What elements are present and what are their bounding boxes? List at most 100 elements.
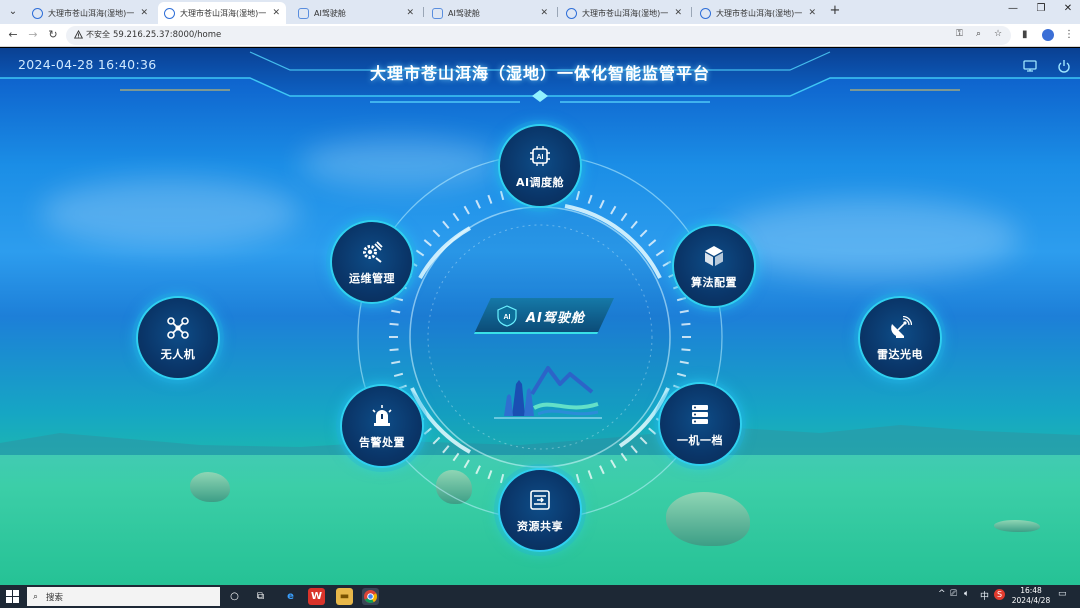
tab-close-icon[interactable]: ✕: [674, 8, 682, 18]
cortana-icon[interactable]: ○: [226, 588, 243, 605]
site-favicon-icon: [432, 7, 443, 19]
wps-office-icon[interactable]: W: [308, 588, 325, 605]
close-window-icon[interactable]: ✕: [1060, 3, 1076, 14]
ring-tick: [587, 470, 593, 480]
ai-shield-icon: AI: [497, 305, 517, 327]
ring-tick: [681, 322, 691, 326]
ring-tick: [423, 239, 432, 247]
taskbar-search-box[interactable]: ⌕ 搜索: [27, 587, 220, 606]
back-arrow-icon[interactable]: ←: [6, 28, 20, 42]
ring-tick: [452, 212, 460, 222]
ring-tick: [630, 220, 638, 229]
new-tab-button[interactable]: +: [828, 4, 842, 18]
tab-title: AI驾驶舱: [448, 8, 480, 18]
sogou-ime-icon[interactable]: S: [994, 589, 1005, 600]
ring-tick: [432, 436, 441, 445]
browser-menu-icon[interactable]: ⋮: [1064, 29, 1074, 40]
security-indicator[interactable]: 不安全: [74, 29, 110, 40]
taskbar-clock[interactable]: 16:48 2024/4/28: [1010, 586, 1052, 606]
task-view-icon[interactable]: ⧉: [252, 588, 269, 605]
password-key-icon[interactable]: ⚿: [956, 29, 963, 39]
browser-tab[interactable]: AI驾驶舱 ✕: [292, 2, 420, 24]
reload-icon[interactable]: ↻: [46, 28, 60, 42]
module-drone[interactable]: 无人机: [136, 296, 220, 380]
tab-close-icon[interactable]: ✕: [406, 8, 414, 18]
ring-tick: [630, 445, 638, 454]
browser-tab[interactable]: AI驾驶舱 ✕: [426, 2, 554, 24]
edge-browser-icon[interactable]: e: [282, 588, 299, 605]
side-panel-icon[interactable]: ▮: [1022, 29, 1028, 40]
ring-tick: [415, 249, 425, 257]
ring-tick: [423, 427, 432, 435]
zoom-icon[interactable]: ⌕: [976, 29, 981, 39]
forward-arrow-icon[interactable]: →: [26, 28, 40, 42]
module-radar[interactable]: 雷达光电: [858, 296, 942, 380]
volume-icon[interactable]: 🔈︎: [964, 589, 969, 599]
taskbar-date: 2024/4/28: [1011, 596, 1051, 605]
ring-tick: [648, 427, 657, 435]
ring-tick: [432, 229, 441, 238]
ring-tick: [639, 436, 648, 445]
network-icon[interactable]: ⎚: [950, 589, 957, 599]
ring-tick: [679, 309, 689, 314]
module-label: 雷达光电: [877, 348, 923, 361]
tab-close-icon[interactable]: ✕: [808, 8, 816, 18]
profile-avatar-icon[interactable]: [1042, 29, 1054, 41]
gear-wrench-icon: [363, 241, 383, 263]
module-algorithm-config[interactable]: 算法配置: [672, 224, 756, 308]
site-favicon-icon: [32, 7, 43, 19]
ring-tick: [463, 459, 470, 469]
module-label: AI调度舱: [515, 176, 565, 189]
search-icon: ⌕: [33, 591, 39, 602]
svg-text:AI: AI: [537, 154, 544, 161]
browser-tab[interactable]: 大理市苍山洱海(湿地)一体化智能 ✕: [560, 2, 688, 24]
ring-tick: [442, 445, 450, 454]
tab-close-icon[interactable]: ✕: [540, 8, 548, 18]
ring-tick: [487, 470, 493, 480]
ring-tick: [442, 220, 450, 229]
taskbar-time: 16:48: [1020, 586, 1042, 595]
browser-tab-active[interactable]: 大理市苍山洱海(湿地)一体化智能 ✕: [158, 2, 286, 24]
ring-tick: [620, 212, 628, 222]
tab-close-icon[interactable]: ✕: [140, 8, 148, 18]
tab-search-menu-icon[interactable]: ⌄: [5, 4, 21, 20]
tab-close-icon[interactable]: ✕: [272, 8, 280, 18]
ime-indicator[interactable]: 中: [980, 589, 989, 602]
cube-icon: [705, 246, 723, 266]
bookmark-star-icon[interactable]: ☆: [994, 29, 1002, 39]
browser-tab[interactable]: 大理市苍山洱海(湿地)一体化智能 ✕: [694, 2, 822, 24]
module-label: 一机一档: [677, 434, 723, 447]
windows-start-icon[interactable]: [6, 590, 19, 603]
tab-title: 大理市苍山洱海(湿地)一体化智能: [716, 8, 803, 18]
module-alarm-handling[interactable]: 告警处置: [340, 384, 424, 468]
restore-icon[interactable]: ❐: [1033, 3, 1049, 14]
file-explorer-icon[interactable]: ▬: [336, 588, 353, 605]
ai-chip-icon: AI: [530, 146, 550, 166]
ring-tick: [575, 473, 581, 484]
drone-icon: [167, 317, 189, 339]
chrome-browser-icon[interactable]: [362, 588, 379, 605]
ring-tick: [676, 372, 687, 378]
address-bar: ← → ↻ 不安全 59.216.25.37:8000/home ⚿ ⌕ ☆ ▮…: [0, 24, 1080, 47]
module-resource-sharing[interactable]: 资源共享: [498, 468, 582, 552]
module-one-machine-one-file[interactable]: 一机一档: [658, 382, 742, 466]
ring-tick: [587, 194, 593, 204]
notification-icon[interactable]: ▭: [1058, 589, 1067, 599]
module-label: 资源共享: [517, 520, 563, 533]
tray-chevron-icon[interactable]: ^: [938, 589, 946, 599]
ring-tick: [679, 360, 689, 365]
url-text[interactable]: 59.216.25.37:8000/home: [113, 30, 221, 40]
browser-tab[interactable]: 大理市苍山洱海(湿地)一体化智能 ✕: [26, 2, 154, 24]
minimize-icon[interactable]: —: [1005, 3, 1021, 14]
ai-cockpit-button[interactable]: AI AI驾驶舱: [474, 298, 614, 334]
module-ops-management[interactable]: 运维管理: [330, 220, 414, 304]
module-label: 算法配置: [691, 276, 737, 289]
ring-tick: [463, 205, 470, 215]
ring-tick: [452, 452, 460, 462]
ring-tick: [393, 372, 404, 378]
module-ai-dispatch[interactable]: AI AI调度舱: [498, 124, 582, 208]
tab-title: 大理市苍山洱海(湿地)一体化智能: [48, 8, 135, 18]
omnibox[interactable]: 不安全 59.216.25.37:8000/home ⚿ ⌕ ☆: [66, 26, 1011, 45]
module-label: 无人机: [160, 348, 196, 361]
ring-tick: [475, 465, 481, 475]
